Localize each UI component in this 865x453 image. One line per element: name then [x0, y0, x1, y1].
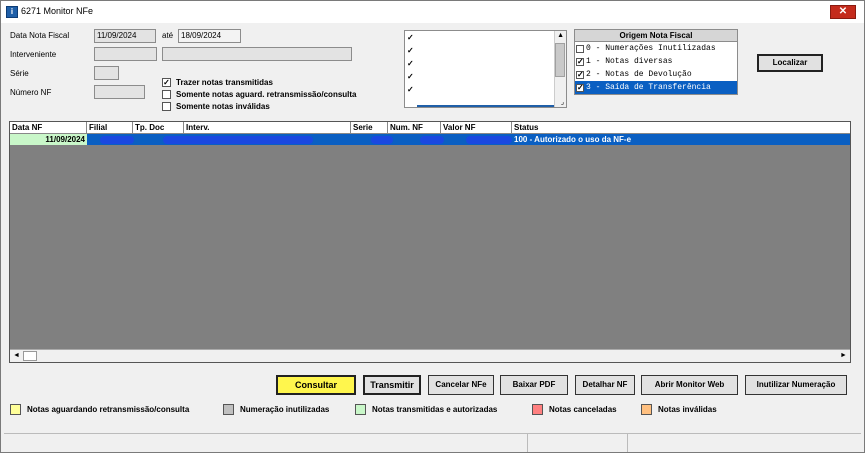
somente-aguard-checkbox[interactable]: Somente notas aguard. retransmissão/cons… [162, 90, 357, 99]
checklist-scroll-thumb[interactable] [555, 43, 565, 77]
column-header-serie[interactable]: Serie [351, 122, 388, 134]
data-to-input[interactable]: 18/09/2024 [178, 29, 241, 43]
origem-item[interactable]: ✓ 2 - Notas de Devolução [575, 68, 737, 81]
inutilizar-numeracao-button[interactable]: Inutilizar Numeração [745, 375, 847, 395]
legend-label: Notas inválidas [658, 405, 717, 414]
legend-label: Notas aguardando retransmissão/consulta [27, 405, 190, 414]
legend-label: Numeração inutilizadas [240, 405, 330, 414]
somente-invalidas-checkbox[interactable]: Somente notas inválidas [162, 102, 270, 111]
column-header-filial[interactable]: Filial [87, 122, 133, 134]
redacted-filial [100, 136, 134, 144]
table-row[interactable]: 11/09/2024 100 - Autorizado o uso da NF-… [10, 134, 850, 145]
transmitir-button[interactable]: Transmitir [363, 375, 421, 395]
origem-title: Origem Nota Fiscal [575, 30, 737, 42]
origem-checkbox[interactable]: ✓ [576, 57, 584, 66]
monitor-nfe-window: i 6271 Monitor NFe ✕ Data Nota Fiscal 11… [0, 0, 865, 453]
legend-inutilizadas: Numeração inutilizadas [223, 404, 329, 415]
consultar-button[interactable]: Consultar [276, 375, 356, 395]
checklist-item-check[interactable]: ✓ [407, 47, 416, 56]
origem-item[interactable]: 0 - Numerações Inutilizadas [575, 42, 737, 55]
status-panel [528, 434, 628, 452]
filial-checklist[interactable]: ✓ ✓ ✓ ✓ ✓ ▲ ⌟ [404, 30, 567, 108]
scroll-up-icon[interactable]: ▲ [557, 32, 564, 39]
title-bar[interactable]: i 6271 Monitor NFe ✕ [1, 1, 864, 23]
legend-swatch [532, 404, 543, 415]
trazer-transmitidas-checkbox[interactable]: ✓ Trazer notas transmitidas [162, 78, 273, 87]
ate-label: até [162, 31, 174, 40]
redacted-interveniente [163, 136, 313, 144]
checklist-item-check[interactable]: ✓ [407, 73, 416, 82]
legend-invalidas: Notas inválidas [641, 404, 717, 415]
checklist-item-check[interactable]: ✓ [407, 34, 416, 43]
legend-swatch [223, 404, 234, 415]
data-from-input[interactable]: 11/09/2024 [94, 29, 156, 43]
column-header-data-nf[interactable]: Data NF [10, 122, 87, 134]
origem-checkbox[interactable]: ✓ [576, 83, 584, 92]
status-panel [4, 434, 528, 452]
serie-input[interactable] [94, 66, 119, 80]
scroll-left-icon[interactable]: ◄ [11, 351, 22, 361]
abrir-monitor-web-button[interactable]: Abrir Monitor Web [641, 375, 738, 395]
column-header-valor-nf[interactable]: Valor NF [441, 122, 512, 134]
trazer-transmitidas-box[interactable]: ✓ [162, 78, 171, 87]
nfe-grid[interactable]: Data NF Filial Tp. Doc Interv. Serie Num… [9, 121, 851, 363]
legend-canceladas: Notas canceladas [532, 404, 617, 415]
checklist-scrollbar[interactable]: ▲ ⌟ [554, 31, 566, 107]
origem-checkbox[interactable] [576, 44, 584, 53]
origem-item-label: 3 - Saída de Transferência [586, 83, 711, 92]
interveniente-name-input[interactable] [162, 47, 352, 61]
somente-invalidas-label: Somente notas inválidas [176, 102, 270, 111]
grid-header: Data NF Filial Tp. Doc Interv. Serie Num… [10, 122, 850, 134]
window-title: 6271 Monitor NFe [21, 6, 94, 16]
interveniente-label: Interveniente [10, 50, 57, 59]
origem-checkbox[interactable]: ✓ [576, 70, 584, 79]
legend-label: Notas transmitidas e autorizadas [372, 405, 498, 414]
legend-label: Notas canceladas [549, 405, 617, 414]
legend-swatch [641, 404, 652, 415]
trazer-transmitidas-label: Trazer notas transmitidas [176, 78, 273, 87]
origem-item-label: 0 - Numerações Inutilizadas [586, 44, 716, 53]
legend-autorizadas: Notas transmitidas e autorizadas [355, 404, 497, 415]
legend-aguardando: Notas aguardando retransmissão/consulta [10, 404, 189, 415]
origem-item[interactable]: ✓ 1 - Notas diversas [575, 55, 737, 68]
legend-swatch [10, 404, 21, 415]
serie-label: Série [10, 69, 29, 78]
redacted-num-nf [420, 136, 444, 144]
app-icon: i [6, 6, 18, 18]
numero-nf-label: Número NF [10, 88, 52, 97]
redacted-serie [371, 136, 393, 144]
checklist-selection-bar [417, 105, 555, 107]
detalhar-nf-button[interactable]: Detalhar NF [575, 375, 635, 395]
data-nota-fiscal-label: Data Nota Fiscal [10, 31, 70, 40]
checklist-item-check[interactable]: ✓ [407, 86, 416, 95]
resize-grip-icon[interactable]: ⌟ [561, 98, 564, 106]
grid-scroll-thumb[interactable] [23, 351, 37, 361]
column-header-num-nf[interactable]: Num. NF [388, 122, 441, 134]
column-header-tp-doc[interactable]: Tp. Doc [133, 122, 184, 134]
scroll-right-icon[interactable]: ► [838, 351, 849, 361]
grid-horizontal-scrollbar[interactable]: ◄ ► [10, 349, 850, 362]
interveniente-code-input[interactable] [94, 47, 157, 61]
somente-aguard-label: Somente notas aguard. retransmissão/cons… [176, 90, 357, 99]
redacted-valor-nf [466, 136, 512, 144]
numero-nf-input[interactable] [94, 85, 145, 99]
status-bar [4, 433, 861, 452]
somente-aguard-box[interactable] [162, 90, 171, 99]
cancelar-nfe-button[interactable]: Cancelar NFe [428, 375, 494, 395]
checklist-item-check[interactable]: ✓ [407, 60, 416, 69]
baixar-pdf-button[interactable]: Baixar PDF [500, 375, 568, 395]
origem-item-label: 1 - Notas diversas [586, 57, 673, 66]
localizar-button[interactable]: Localizar [757, 54, 823, 72]
legend-swatch [355, 404, 366, 415]
origem-nota-fiscal-list[interactable]: Origem Nota Fiscal 0 - Numerações Inutil… [574, 29, 738, 95]
cell-status[interactable]: 100 - Autorizado o uso da NF-e [514, 134, 850, 145]
origem-item[interactable]: ✓ 3 - Saída de Transferência [575, 81, 737, 94]
origem-item-label: 2 - Notas de Devolução [586, 70, 692, 79]
somente-invalidas-box[interactable] [162, 102, 171, 111]
cell-data-nf[interactable]: 11/09/2024 [10, 134, 87, 145]
close-button[interactable]: ✕ [830, 5, 856, 19]
column-header-status[interactable]: Status [512, 122, 850, 134]
column-header-interv[interactable]: Interv. [184, 122, 351, 134]
